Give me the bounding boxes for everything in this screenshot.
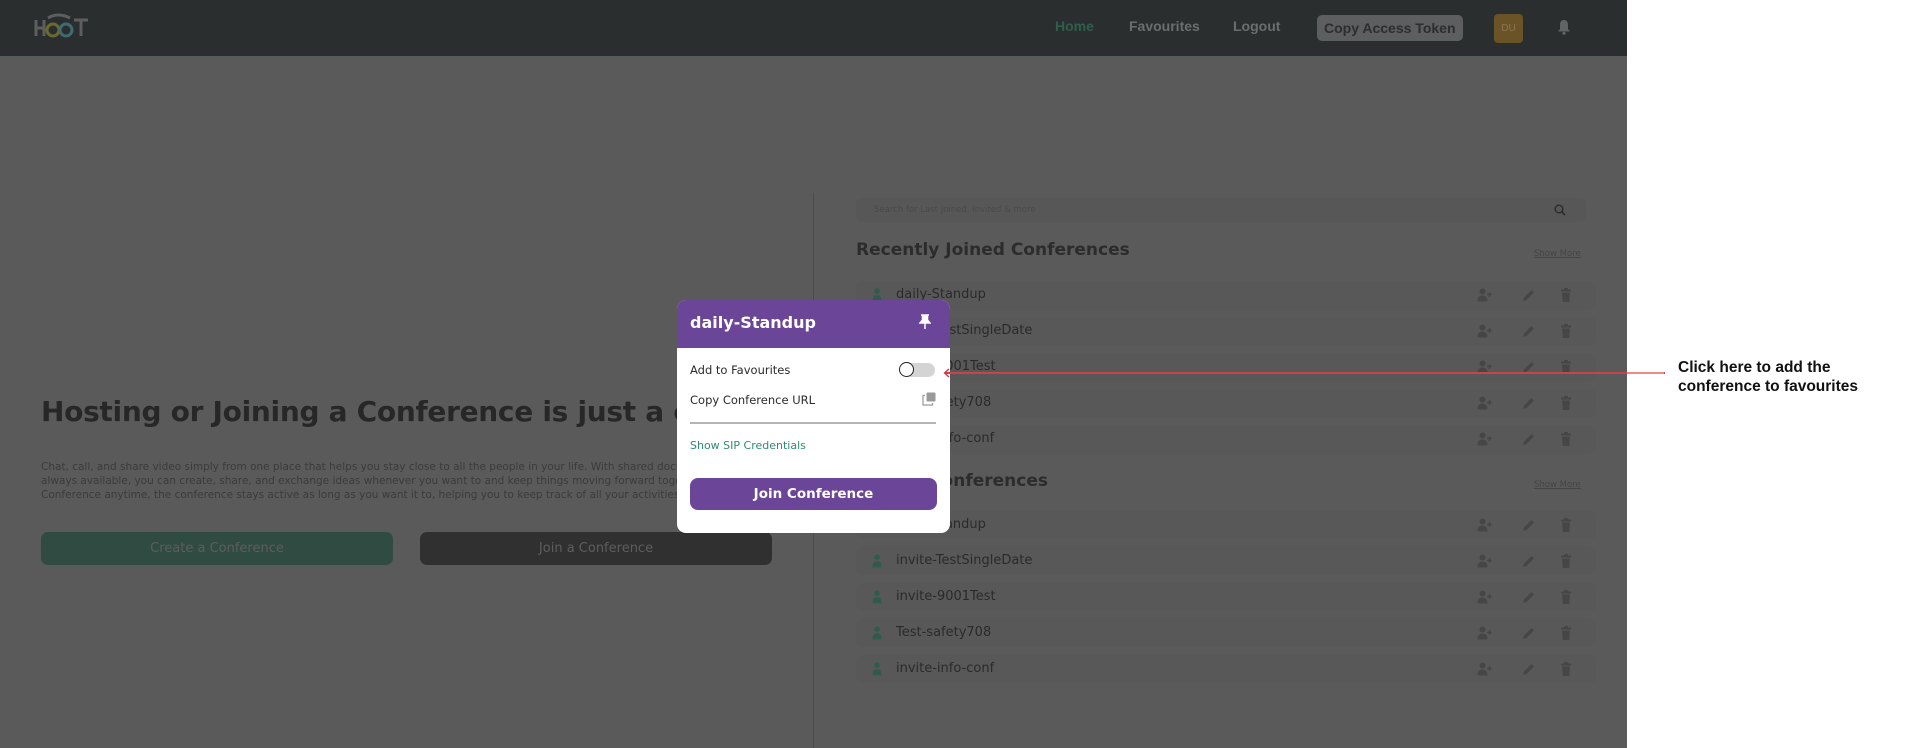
user-icon <box>872 626 882 640</box>
edit-icon[interactable] <box>1520 396 1536 410</box>
modal-divider <box>690 422 936 424</box>
add-user-icon[interactable] <box>1477 518 1493 532</box>
trash-icon[interactable] <box>1558 518 1574 532</box>
avatar[interactable]: DU <box>1494 14 1523 43</box>
conference-name: Test-safety708 <box>896 625 992 640</box>
edit-icon[interactable] <box>1520 662 1536 676</box>
join-conference-button[interactable]: Join a Conference <box>420 532 772 565</box>
conference-row[interactable]: Test-safety708 <box>856 389 1596 417</box>
copy-icon[interactable] <box>922 392 936 406</box>
search-icon[interactable] <box>1554 204 1566 216</box>
conference-name: invite-info-conf <box>896 661 995 676</box>
conference-row[interactable]: Test-safety708 <box>856 619 1596 647</box>
edit-icon[interactable] <box>1520 590 1536 604</box>
modal-header: daily-Standup <box>677 300 950 348</box>
show-sip-credentials-link[interactable]: Show SIP Credentials <box>690 439 806 452</box>
nav-logout[interactable]: Logout <box>1233 18 1280 34</box>
user-icon <box>872 662 882 676</box>
favourite-toggle[interactable] <box>899 362 935 377</box>
edit-icon[interactable] <box>1520 288 1536 302</box>
modal-join-conference-button[interactable]: Join Conference <box>690 478 937 510</box>
nav-home[interactable]: Home <box>1055 18 1094 34</box>
add-user-icon[interactable] <box>1477 626 1493 640</box>
app-window: Home Favourites Logout Copy Access Token… <box>0 0 1627 748</box>
conference-row[interactable]: daily-Standup <box>856 511 1596 539</box>
annotation-arrow-tail <box>1627 372 1664 374</box>
user-icon <box>872 554 882 568</box>
hero-title: Hosting or Joining a Conference is just … <box>41 395 771 428</box>
hero-description-line: Chat, call, and share video simply from … <box>41 461 700 473</box>
show-more-link[interactable]: Show More <box>1534 480 1581 490</box>
conference-modal: daily-Standup Add to Favourites Copy Con… <box>677 300 950 533</box>
copy-url-label: Copy Conference URL <box>690 393 816 407</box>
add-user-icon[interactable] <box>1477 288 1493 302</box>
nav-favourites[interactable]: Favourites <box>1129 18 1200 34</box>
user-icon <box>872 590 882 604</box>
bell-icon[interactable] <box>1557 19 1571 35</box>
add-user-icon[interactable] <box>1477 324 1493 338</box>
trash-icon[interactable] <box>1558 324 1574 338</box>
trash-icon[interactable] <box>1558 626 1574 640</box>
create-conference-button[interactable]: Create a Conference <box>41 532 393 565</box>
annotation-arrow <box>945 372 1665 374</box>
edit-icon[interactable] <box>1520 324 1536 338</box>
trash-icon[interactable] <box>1558 662 1574 676</box>
pin-icon[interactable] <box>919 314 931 330</box>
conference-row[interactable]: invite-TestSingleDate <box>856 317 1596 345</box>
trash-icon[interactable] <box>1558 288 1574 302</box>
conference-name: invite-TestSingleDate <box>896 553 1033 568</box>
edit-icon[interactable] <box>1520 518 1536 532</box>
annotation-text: Click here to add the conference to favo… <box>1678 359 1859 395</box>
trash-icon[interactable] <box>1558 590 1574 604</box>
modal-title: daily-Standup <box>690 313 816 332</box>
add-favourites-label: Add to Favourites <box>690 363 791 377</box>
recently-joined-title: Recently Joined Conferences <box>856 240 1130 260</box>
edit-icon[interactable] <box>1520 626 1536 640</box>
conference-row[interactable]: invite-info-conf <box>856 655 1596 683</box>
navbar: Home Favourites Logout Copy Access Token… <box>0 0 1627 56</box>
hero-description: Chat, call, and share video simply from … <box>41 460 701 502</box>
conference-row[interactable]: invite-9001Test <box>856 583 1596 611</box>
trash-icon[interactable] <box>1558 396 1574 410</box>
add-user-icon[interactable] <box>1477 554 1493 568</box>
copy-access-token-button[interactable]: Copy Access Token <box>1317 15 1463 41</box>
show-more-link[interactable]: Show More <box>1534 249 1581 259</box>
toggle-knob <box>899 362 914 377</box>
hoot-logo[interactable] <box>32 12 92 40</box>
search-bar <box>856 198 1586 222</box>
add-user-icon[interactable] <box>1477 432 1493 446</box>
conference-row[interactable]: daily-Standup <box>856 281 1596 309</box>
hero-description-line: always available, you can create, share,… <box>41 475 699 487</box>
hero-description-line: Conference anytime, the conference stays… <box>41 489 683 501</box>
trash-icon[interactable] <box>1558 432 1574 446</box>
edit-icon[interactable] <box>1520 432 1536 446</box>
trash-icon[interactable] <box>1558 554 1574 568</box>
conference-row[interactable]: invite-9001Test <box>856 353 1596 381</box>
search-input[interactable] <box>874 198 1524 222</box>
conference-name: invite-9001Test <box>896 589 996 604</box>
add-user-icon[interactable] <box>1477 590 1493 604</box>
conference-row[interactable]: invite-info-conf <box>856 425 1596 453</box>
arrowhead-icon <box>943 368 950 378</box>
edit-icon[interactable] <box>1520 554 1536 568</box>
add-user-icon[interactable] <box>1477 662 1493 676</box>
add-user-icon[interactable] <box>1477 396 1493 410</box>
conference-row[interactable]: invite-TestSingleDate <box>856 547 1596 575</box>
